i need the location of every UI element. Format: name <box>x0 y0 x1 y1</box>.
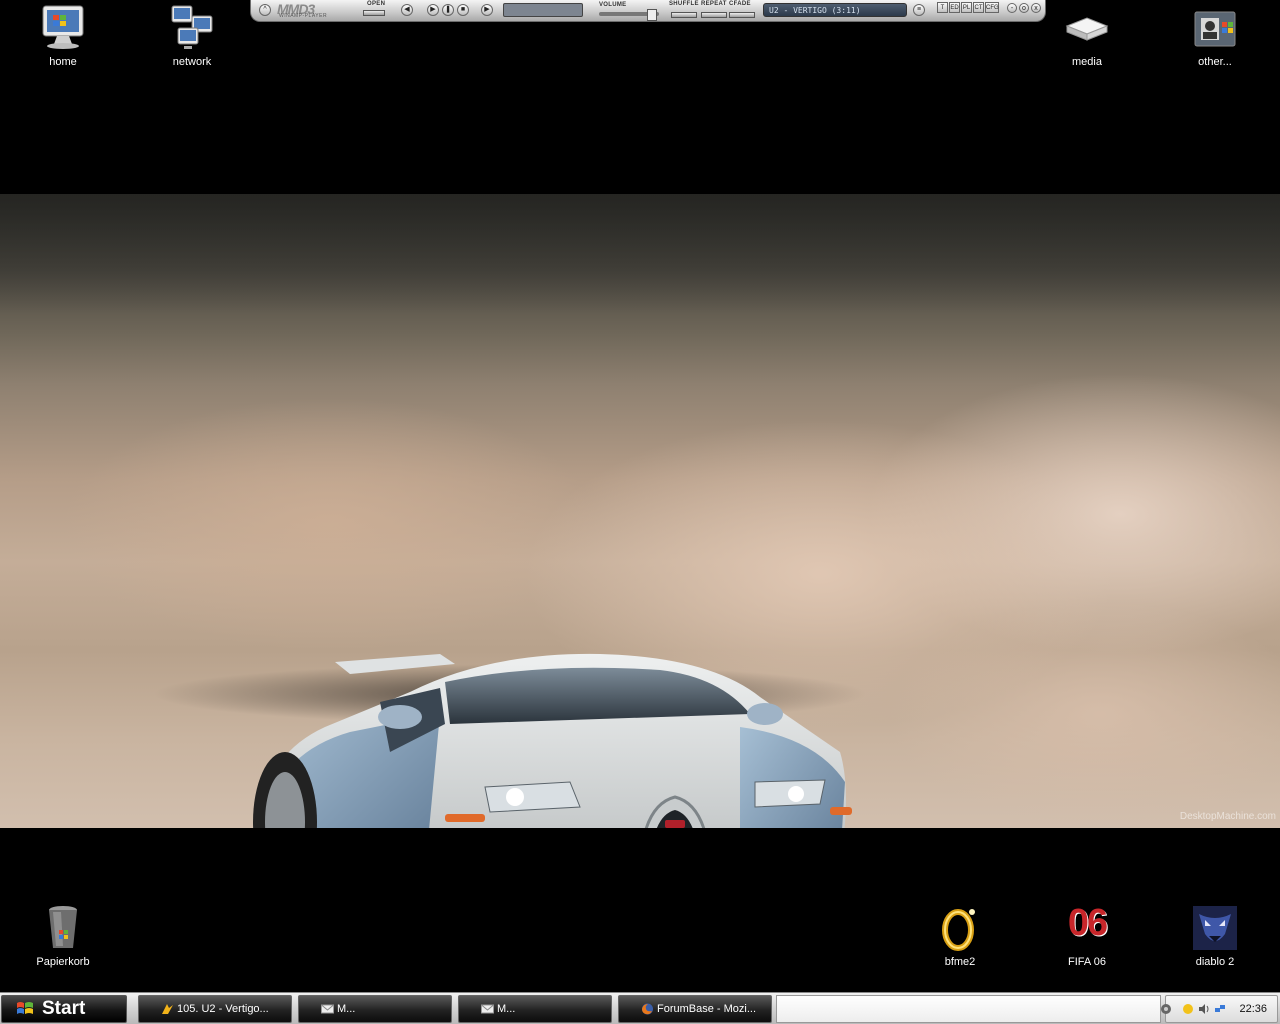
taskbar-button-mail-1[interactable]: M... <box>298 995 452 1023</box>
desktop-icon-label: FIFA 06 <box>1068 956 1106 968</box>
mail-icon <box>321 1004 334 1014</box>
playlist-menu-button[interactable]: ≡ <box>913 4 925 16</box>
next-button[interactable]: ▶ <box>481 4 493 16</box>
close-icon[interactable]: x <box>1031 3 1041 13</box>
desktop-icon-diablo2[interactable]: diablo 2 <box>1170 904 1260 968</box>
diablo-icon <box>1193 906 1237 950</box>
firefox-icon <box>642 1003 653 1015</box>
desktop-icon-recycle-bin[interactable]: Papierkorb <box>18 904 108 968</box>
desktop-icon-label: Papierkorb <box>36 956 90 968</box>
volume-handle[interactable] <box>647 9 657 21</box>
crossfade-label: CFADE <box>729 1 751 7</box>
wallpaper-watermark: DesktopMachine.com <box>1179 811 1276 822</box>
player-subtitle: WINAMP-PLAYER <box>279 13 328 19</box>
volume-icon[interactable] <box>1198 1003 1210 1015</box>
play-button[interactable]: ▶ <box>427 4 439 16</box>
network-computers-icon <box>171 5 213 49</box>
desktop-icon-fifa06[interactable]: 06 FIFA 06 <box>1042 904 1132 968</box>
taskbar: Start 105. U2 - Vertigo... M... M... For… <box>0 992 1280 1024</box>
recycle-bin-icon <box>49 906 77 948</box>
wallpaper-hills <box>0 194 1280 314</box>
fifa-logo-icon: 06 <box>1067 902 1108 944</box>
taskbar-button-mail-2[interactable]: M... <box>458 995 612 1023</box>
restore-icon[interactable]: o <box>1019 3 1029 13</box>
repeat-toggle[interactable] <box>701 12 727 18</box>
repeat-label: REPEAT <box>701 1 727 7</box>
desktop-icon-label: bfme2 <box>944 956 976 968</box>
mini-button-pl[interactable]: PL <box>961 2 972 13</box>
crossfade-toggle[interactable] <box>729 12 755 18</box>
mini-button-t[interactable]: T <box>937 2 948 13</box>
task-label: ForumBase - Mozi... <box>657 1003 757 1015</box>
previous-button[interactable]: ◀ <box>401 4 413 16</box>
computer-icon <box>42 5 84 49</box>
taskbar-button-winamp[interactable]: 105. U2 - Vertigo... <box>138 995 292 1023</box>
desktop-icon-label: home <box>49 56 77 68</box>
mmd3-player-bar[interactable]: ^ MMD3 WINAMP-PLAYER OPEN ◀ ▶ ❚ ■ ▶ VOLU… <box>250 0 1046 22</box>
shuffle-label: SHUFFLE <box>669 1 699 7</box>
winamp-icon <box>162 1004 173 1014</box>
desktop-icon-home[interactable]: home <box>18 4 108 68</box>
car-illustration <box>253 653 852 828</box>
desktop-icon-label: diablo 2 <box>1195 956 1235 968</box>
open-label: OPEN <box>367 1 386 7</box>
network-status-icon[interactable] <box>1214 1003 1226 1015</box>
task-label: 105. U2 - Vertigo... <box>177 1003 269 1015</box>
stop-button[interactable]: ■ <box>457 4 469 16</box>
user-folder-icon <box>1194 11 1236 47</box>
desktop-icon-other[interactable]: other... <box>1170 4 1260 68</box>
minimize-icon[interactable]: - <box>1007 3 1017 13</box>
clock[interactable]: 22:36 <box>1239 996 1267 1022</box>
start-label: Start <box>42 998 86 1019</box>
desktop-icon-label: network <box>172 56 212 68</box>
tray-expand-icon[interactable] <box>1160 1003 1172 1015</box>
volume-label: VOLUME <box>599 2 627 8</box>
desktop-icon-network[interactable]: network <box>147 4 237 68</box>
pause-button[interactable]: ❚ <box>442 4 454 16</box>
gold-ring-icon <box>942 909 975 951</box>
volume-slider[interactable] <box>599 9 659 21</box>
task-label: M... <box>497 1003 516 1015</box>
taskbar-empty-area[interactable] <box>776 995 1161 1023</box>
desktop-wallpaper: DesktopMachine.com <box>0 194 1280 828</box>
desktop-icon-label: media <box>1072 56 1102 68</box>
mail-icon <box>481 1004 494 1014</box>
desktop-icon-bfme2[interactable]: bfme2 <box>915 904 1005 968</box>
windows-logo-icon <box>17 1002 33 1014</box>
mini-button-cfg[interactable]: CFG <box>985 2 999 13</box>
mini-button-ct[interactable]: CT <box>973 2 984 13</box>
start-button[interactable]: Start <box>1 995 127 1023</box>
desktop-icon-media[interactable]: media <box>1042 4 1132 68</box>
system-tray: 22:36 <box>1161 995 1278 1023</box>
task-label: M... <box>337 1003 356 1015</box>
tray-sun-icon[interactable] <box>1182 1003 1194 1015</box>
now-playing-display: U2 - VERTIGO (3:11) <box>763 3 907 17</box>
mini-button-ed[interactable]: ED <box>949 2 960 13</box>
drive-icon <box>1065 17 1109 41</box>
desktop-icon-label: other... <box>1198 56 1232 68</box>
shuffle-toggle[interactable] <box>671 12 697 18</box>
taskbar-button-firefox[interactable]: ForumBase - Mozi... <box>618 995 772 1023</box>
open-button[interactable] <box>363 10 385 16</box>
player-menu-button[interactable]: ^ <box>259 4 271 16</box>
visualizer-display <box>503 3 583 17</box>
